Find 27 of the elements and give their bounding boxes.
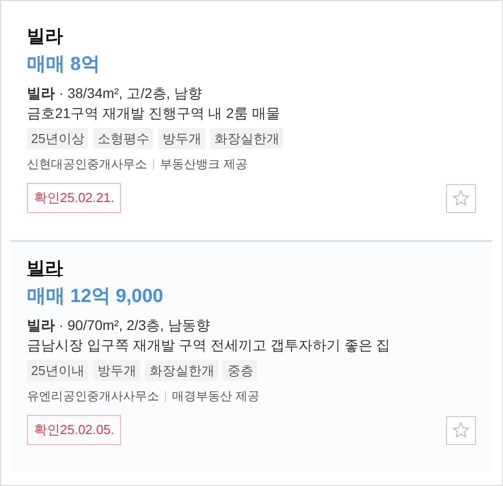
confirmed-date-badge: 확인25.02.21. bbox=[27, 183, 122, 213]
star-icon bbox=[452, 189, 470, 207]
listing-price: 매매 12억 9,000 bbox=[27, 285, 164, 309]
listing-card[interactable]: 빌라 매매 12억 9,000 빌라 · 90/70m², 2/3층, 남동향 금남시장 입구쪽 재개발 구역 전세끼고 갭투자하기 좋은 집 25년이내 방두개 화장실한개 중층 유엔리공인중개사사무소 매경부동산 제공 확인25.02.05. bbox=[11, 242, 492, 472]
listing-specs: 빌라 · 90/70m², 2/3층, 남동향 bbox=[27, 316, 211, 335]
favorite-button[interactable] bbox=[446, 416, 476, 444]
listing-description: 금호21구역 재개발 진행구역 내 2룸 매물 bbox=[27, 104, 281, 123]
feature-tag: 25년이내 bbox=[27, 360, 88, 381]
provider-label: 매경부동산 제공 bbox=[172, 388, 260, 405]
agent-name: 유엔리공인중개사사무소 bbox=[27, 388, 159, 405]
listing-title[interactable]: 빌라 bbox=[27, 24, 63, 48]
feature-tag: 화장실한개 bbox=[210, 128, 284, 149]
feature-tag: 방두개 bbox=[158, 128, 206, 149]
feature-tag: 방두개 bbox=[93, 360, 140, 381]
provider-label: 부동산뱅크 제공 bbox=[160, 156, 248, 173]
feature-tag: 화장실한개 bbox=[145, 360, 218, 381]
listing-specs: 빌라 · 38/34m², 고/2층, 남향 bbox=[27, 84, 204, 103]
listing-title[interactable]: 빌라 bbox=[27, 256, 63, 280]
agent-name: 신현대공인중개사무소 bbox=[27, 156, 147, 173]
feature-tag: 25년이상 bbox=[27, 128, 88, 149]
feature-tag: 중층 bbox=[223, 360, 258, 381]
star-icon bbox=[452, 421, 470, 439]
confirmed-date-badge: 확인25.02.05. bbox=[27, 415, 122, 445]
listing-price: 매매 8억 bbox=[27, 53, 101, 77]
listing-description: 금남시장 입구쪽 재개발 구역 전세끼고 갭투자하기 좋은 집 bbox=[27, 336, 392, 355]
favorite-button[interactable] bbox=[446, 184, 476, 212]
feature-tag: 소형평수 bbox=[93, 128, 154, 149]
